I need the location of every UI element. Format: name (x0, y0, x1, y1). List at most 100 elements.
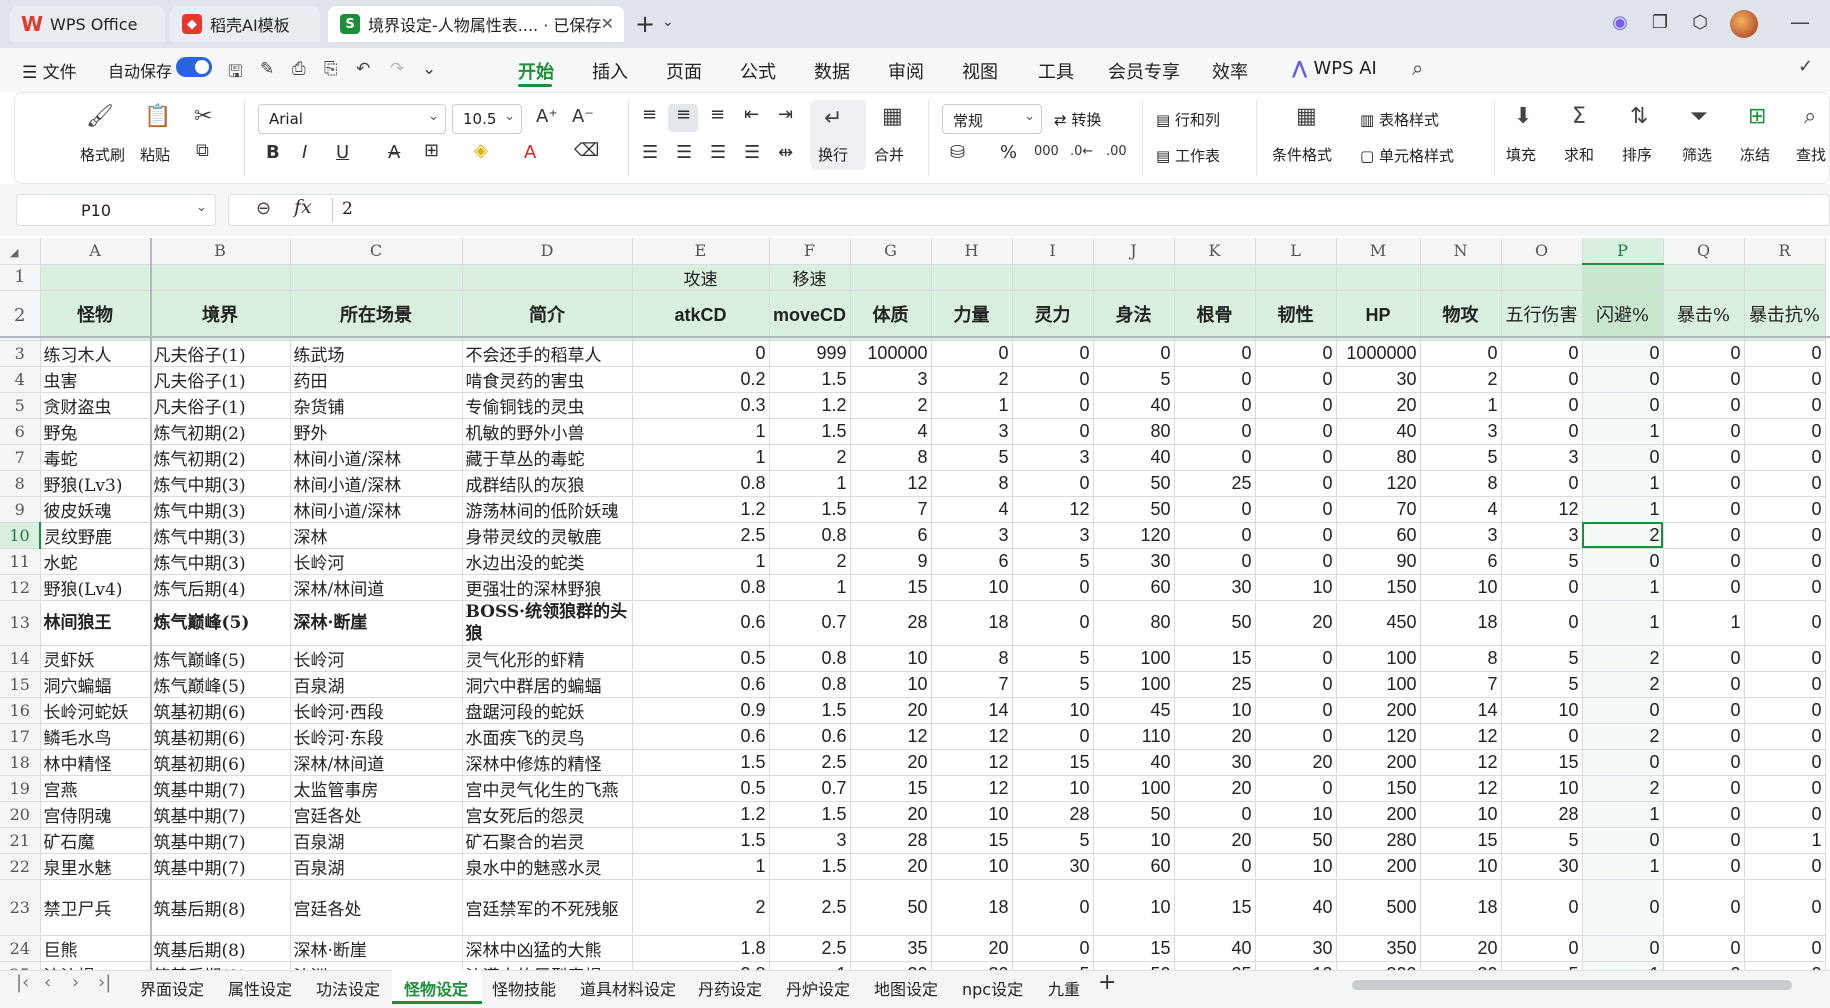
formula-input[interactable] (228, 194, 1830, 226)
cell[interactable]: 0 (1663, 723, 1745, 750)
cell[interactable]: 0 (1501, 879, 1583, 936)
cell[interactable]: 0 (1255, 775, 1337, 802)
minimize-icon[interactable]: — (1790, 10, 1810, 34)
cell[interactable]: 10 (1420, 801, 1502, 828)
cell[interactable]: 身带灵纹的灵敏鹿 (462, 522, 633, 549)
tab-tools[interactable]: 工具 (1038, 58, 1074, 84)
cell[interactable]: 宫廷各处 (290, 879, 463, 936)
cell[interactable]: 120 (1336, 470, 1421, 497)
cell[interactable]: 深林中凶猛的大熊 (462, 935, 633, 962)
cell[interactable]: 18 (931, 879, 1013, 936)
cell[interactable]: 15 (1501, 749, 1583, 776)
tab-view[interactable]: 视图 (962, 58, 998, 84)
cell[interactable]: 6 (850, 522, 932, 549)
column-header[interactable]: A (40, 238, 151, 265)
cell[interactable]: 3 (931, 418, 1013, 445)
cell[interactable]: 0 (1744, 775, 1826, 802)
cell[interactable]: 5 (1501, 961, 1583, 970)
column-title[interactable]: 灵力 (1012, 290, 1094, 341)
cell[interactable]: 60 (1336, 522, 1421, 549)
cell-reference-box[interactable]: P10 (16, 194, 216, 226)
cell[interactable]: 35 (850, 935, 932, 962)
cell[interactable]: 0.8 (632, 470, 770, 497)
cell[interactable]: 0.8 (632, 961, 770, 970)
group-header-cell[interactable] (1420, 264, 1502, 291)
cell[interactable]: 0 (1012, 366, 1094, 393)
sheet-tab-ninefold[interactable]: 九重 (1048, 976, 1080, 1000)
sum-button[interactable]: 求和 (1564, 144, 1594, 165)
cell[interactable]: 2 (1582, 645, 1664, 672)
cell[interactable]: 筑基后期(8) (150, 935, 291, 962)
tab-review[interactable]: 审阅 (888, 58, 924, 84)
strikethrough-icon[interactable]: A (388, 142, 400, 163)
cell[interactable]: 深林/林间道 (290, 749, 463, 776)
column-header[interactable]: R (1744, 238, 1826, 265)
row-header[interactable]: 15 (0, 671, 41, 698)
cell[interactable]: 2 (850, 392, 932, 419)
group-header-cell[interactable] (1744, 264, 1826, 291)
cell[interactable]: 0 (1501, 574, 1583, 601)
cell[interactable]: 1 (1663, 600, 1745, 646)
cell[interactable]: 0 (1255, 366, 1337, 393)
cell[interactable]: 长岭河·西段 (290, 697, 463, 724)
fill-button[interactable]: 填充 (1506, 144, 1536, 165)
cell[interactable]: 0.6 (632, 671, 770, 698)
cell[interactable]: 0.8 (769, 671, 851, 698)
cell[interactable]: 0.8 (769, 645, 851, 672)
cell[interactable]: 筑基中期(7) (150, 853, 291, 880)
cell[interactable]: 0 (1012, 574, 1094, 601)
cell[interactable]: 0 (1663, 671, 1745, 698)
cell[interactable]: 0 (1501, 600, 1583, 646)
cell[interactable]: 12 (1501, 496, 1583, 523)
column-title[interactable]: HP (1336, 290, 1421, 341)
group-header-cell[interactable]: 攻速 (632, 264, 770, 291)
column-title[interactable]: 五行伤害 (1501, 290, 1583, 341)
cell[interactable]: 0 (1744, 444, 1826, 471)
cell[interactable]: 不会还手的稻草人 (462, 340, 633, 367)
cell[interactable]: 2 (1582, 671, 1664, 698)
avatar[interactable] (1730, 10, 1758, 38)
cell[interactable]: 12 (1420, 723, 1502, 750)
cell[interactable]: 20 (850, 853, 932, 880)
cell[interactable]: 0 (1501, 366, 1583, 393)
cell[interactable]: 70 (1336, 496, 1421, 523)
increase-font-icon[interactable]: A⁺ (536, 106, 558, 127)
cell[interactable]: 3 (931, 522, 1013, 549)
cell[interactable]: 45 (1093, 697, 1175, 724)
sheet-tab-items[interactable]: 道具材料设定 (580, 976, 676, 1000)
cell[interactable]: 10 (850, 671, 932, 698)
cell[interactable]: 杂货铺 (290, 392, 463, 419)
column-header[interactable]: N (1420, 238, 1502, 265)
cell[interactable]: 0 (1582, 444, 1664, 471)
cell[interactable]: 0 (1663, 645, 1745, 672)
cell[interactable]: 0.2 (632, 366, 770, 393)
increase-decimal-icon[interactable]: .0← (1070, 144, 1093, 159)
select-all-icon[interactable]: ◢ (10, 246, 18, 259)
cell[interactable]: 长岭河蛇妖 (40, 697, 151, 724)
cell[interactable]: 3 (1501, 522, 1583, 549)
cell[interactable]: 0.3 (632, 392, 770, 419)
fill-icon[interactable]: ⬇ (1514, 104, 1532, 129)
cell[interactable]: 0 (1744, 697, 1826, 724)
cell[interactable]: 28 (850, 827, 932, 854)
cell[interactable]: 2.5 (769, 749, 851, 776)
add-sheet-icon[interactable]: + (1098, 970, 1116, 995)
cell[interactable]: 1 (632, 853, 770, 880)
cell[interactable]: 灵纹野鹿 (40, 522, 151, 549)
cell[interactable]: 0 (1744, 470, 1826, 497)
cell[interactable]: 20 (1174, 775, 1256, 802)
cell[interactable]: 0 (1582, 827, 1664, 854)
cell[interactable]: 40 (1093, 749, 1175, 776)
cell[interactable]: 1 (1582, 961, 1664, 970)
ai-assistant-icon[interactable]: ◉ (1608, 12, 1632, 36)
row-header[interactable]: 3 (0, 340, 41, 367)
cell[interactable]: 啃食灵药的害虫 (462, 366, 633, 393)
cell[interactable]: 100 (1336, 671, 1421, 698)
cell[interactable]: 0 (1255, 496, 1337, 523)
cell[interactable]: 4 (1420, 496, 1502, 523)
tab-docer-ai[interactable]: ◆ 稻壳AI模板 (170, 6, 320, 42)
chevron-down-icon[interactable]: ⌄ (196, 200, 207, 215)
cell[interactable]: 50 (1174, 600, 1256, 646)
group-header-cell[interactable] (40, 264, 151, 291)
save-icon[interactable]: 🖫 (228, 59, 242, 88)
